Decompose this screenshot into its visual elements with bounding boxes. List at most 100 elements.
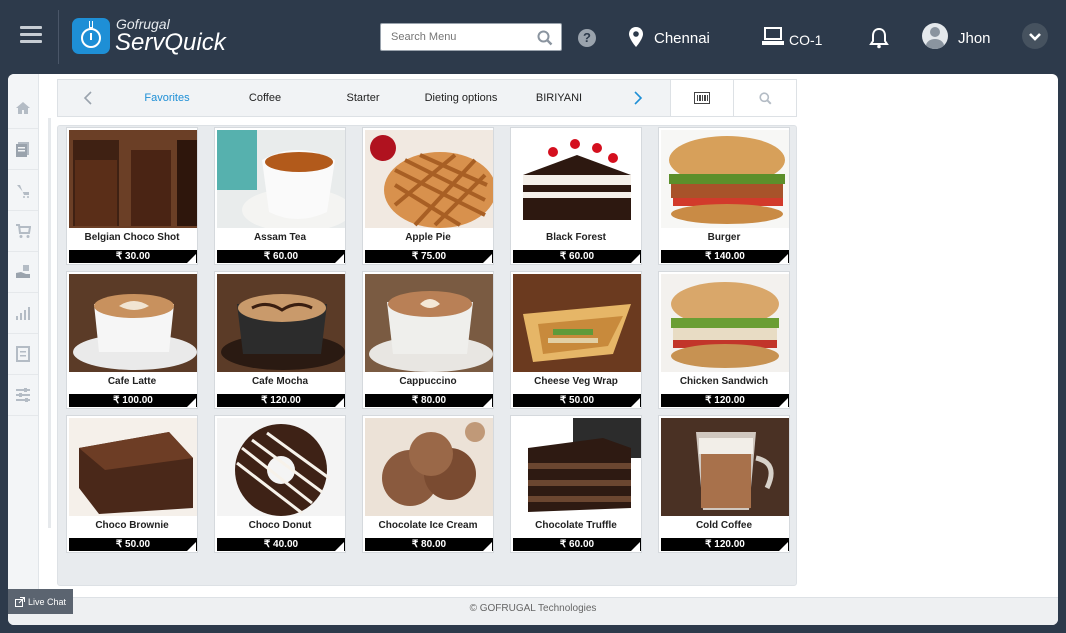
donut-image	[217, 418, 345, 516]
sidebar-item-invoices[interactable]	[8, 334, 38, 375]
category-prev-button[interactable]	[58, 80, 118, 116]
sidebar-item-purchase[interactable]	[8, 252, 38, 293]
search-icon	[758, 91, 771, 104]
outlet-name[interactable]: CO-1	[789, 32, 822, 48]
servquick-logo-icon	[72, 18, 110, 54]
menu-item-card[interactable]: Choco Brownie ₹ 50.00	[66, 415, 198, 553]
item-search-button[interactable]	[733, 80, 796, 116]
black-forest-cake-image	[513, 130, 641, 228]
search-icon[interactable]	[537, 30, 553, 51]
sidebar-item-cart[interactable]	[8, 211, 38, 252]
menu-item-name: Cheese Veg Wrap	[534, 376, 618, 387]
menu-item-name: Chicken Sandwich	[679, 376, 769, 387]
price-corner-marker	[631, 542, 640, 551]
category-tab-favorites[interactable]: Favorites	[118, 92, 216, 104]
help-icon[interactable]: ?	[578, 29, 596, 47]
menu-item-name: Cappuccino	[399, 376, 457, 387]
location-pin-icon[interactable]	[628, 26, 644, 53]
home-icon	[16, 102, 30, 114]
chocolate-shot-image	[69, 130, 197, 228]
search-menu-input[interactable]	[381, 24, 531, 50]
menu-item-price: ₹ 80.00	[365, 538, 493, 551]
receipt-icon	[16, 346, 30, 362]
menu-item-price: ₹ 120.00	[661, 538, 789, 551]
user-avatar[interactable]	[922, 23, 948, 49]
menu-item-price: ₹ 100.00	[69, 394, 197, 407]
menu-item-name: Assam Tea	[253, 232, 307, 243]
menu-item-card[interactable]: Cheese Veg Wrap ₹ 50.00	[510, 271, 642, 409]
price-corner-marker	[483, 398, 492, 407]
brand-product-name: ServQuick	[115, 29, 226, 56]
notification-bell-icon[interactable]	[869, 27, 889, 54]
sidebar-item-menu[interactable]	[8, 129, 38, 170]
burger-image	[661, 130, 789, 228]
price-corner-marker	[631, 398, 640, 407]
mocha-image	[217, 274, 345, 372]
header-divider	[58, 10, 59, 64]
sidebar-item-reports[interactable]	[8, 293, 38, 334]
menu-item-price: ₹ 50.00	[513, 394, 641, 407]
price-corner-marker	[335, 254, 344, 263]
category-tab-starter[interactable]: Starter	[314, 92, 412, 104]
menu-item-card[interactable]: Apple Pie ₹ 75.00	[362, 127, 494, 265]
menu-item-name: Apple Pie	[405, 232, 451, 243]
main-panel: Favorites Coffee Starter Dieting options…	[8, 74, 1058, 625]
location-name[interactable]: Chennai	[654, 30, 710, 47]
menu-item-card[interactable]: Cafe Latte ₹ 100.00	[66, 271, 198, 409]
left-sidebar	[8, 74, 39, 597]
latte-image	[69, 274, 197, 372]
live-chat-button[interactable]: Live Chat	[8, 589, 73, 614]
brownie-image	[69, 418, 197, 516]
category-next-button[interactable]	[608, 80, 668, 116]
user-name[interactable]: Jhon	[958, 30, 991, 47]
price-corner-marker	[335, 398, 344, 407]
menu-item-price: ₹ 80.00	[365, 394, 493, 407]
menu-item-name: Black Forest	[545, 232, 607, 243]
menu-item-card[interactable]: Cappuccino ₹ 80.00	[362, 271, 494, 409]
hamburger-menu-icon[interactable]	[20, 26, 42, 44]
price-corner-marker	[187, 398, 196, 407]
barcode-icon	[694, 92, 710, 104]
menu-item-card[interactable]: Cold Coffee ₹ 120.00	[658, 415, 790, 553]
cart-icon	[16, 224, 31, 238]
menu-item-name: Chocolate Ice Cream	[378, 520, 478, 531]
price-corner-marker	[187, 254, 196, 263]
menu-item-card[interactable]: Chocolate Ice Cream ₹ 80.00	[362, 415, 494, 553]
terminal-icon	[762, 27, 784, 52]
menu-item-card[interactable]: Assam Tea ₹ 60.00	[214, 127, 346, 265]
menu-item-name: Burger	[707, 232, 741, 243]
menu-item-card[interactable]: Belgian Choco Shot ₹ 30.00	[66, 127, 198, 265]
category-tab-coffee[interactable]: Coffee	[216, 92, 314, 104]
menu-item-card[interactable]: Chocolate Truffle ₹ 60.00	[510, 415, 642, 553]
cold-coffee-image	[661, 418, 789, 516]
sidebar-item-settings[interactable]	[8, 375, 38, 416]
bar-chart-icon	[16, 307, 30, 320]
menu-item-card[interactable]: Cafe Mocha ₹ 120.00	[214, 271, 346, 409]
top-header: Gofrugal ServQuick ? Chennai CO-1 Jhon	[0, 0, 1066, 74]
menu-item-name: Cold Coffee	[695, 520, 753, 531]
barcode-scan-button[interactable]	[670, 80, 733, 116]
menu-item-price: ₹ 120.00	[661, 394, 789, 407]
price-corner-marker	[483, 542, 492, 551]
menu-item-price: ₹ 140.00	[661, 250, 789, 263]
user-menu-dropdown-button[interactable]	[1022, 23, 1048, 49]
live-chat-label: Live Chat	[27, 596, 67, 607]
menu-item-card[interactable]: Black Forest ₹ 60.00	[510, 127, 642, 265]
category-tab-biriyani[interactable]: BIRIYANI	[510, 92, 608, 104]
menu-item-card[interactable]: Chicken Sandwich ₹ 120.00	[658, 271, 790, 409]
footer: © GOFRUGAL Technologies	[8, 597, 1058, 625]
menu-item-card[interactable]: Choco Donut ₹ 40.00	[214, 415, 346, 553]
cappuccino-image	[365, 274, 493, 372]
external-link-icon	[14, 596, 25, 607]
menu-item-price: ₹ 40.00	[217, 538, 345, 551]
menu-item-card[interactable]: Burger ₹ 140.00	[658, 127, 790, 265]
chevron-left-icon	[83, 91, 92, 105]
menu-item-price: ₹ 75.00	[365, 250, 493, 263]
sidebar-item-home[interactable]	[8, 88, 38, 129]
sidebar-item-orders[interactable]	[8, 170, 38, 211]
shopping-bag-icon	[17, 185, 29, 198]
purchase-hand-icon	[16, 265, 30, 278]
menu-item-price: ₹ 50.00	[69, 538, 197, 551]
category-tab-dieting-options[interactable]: Dieting options	[412, 92, 510, 104]
price-corner-marker	[631, 254, 640, 263]
